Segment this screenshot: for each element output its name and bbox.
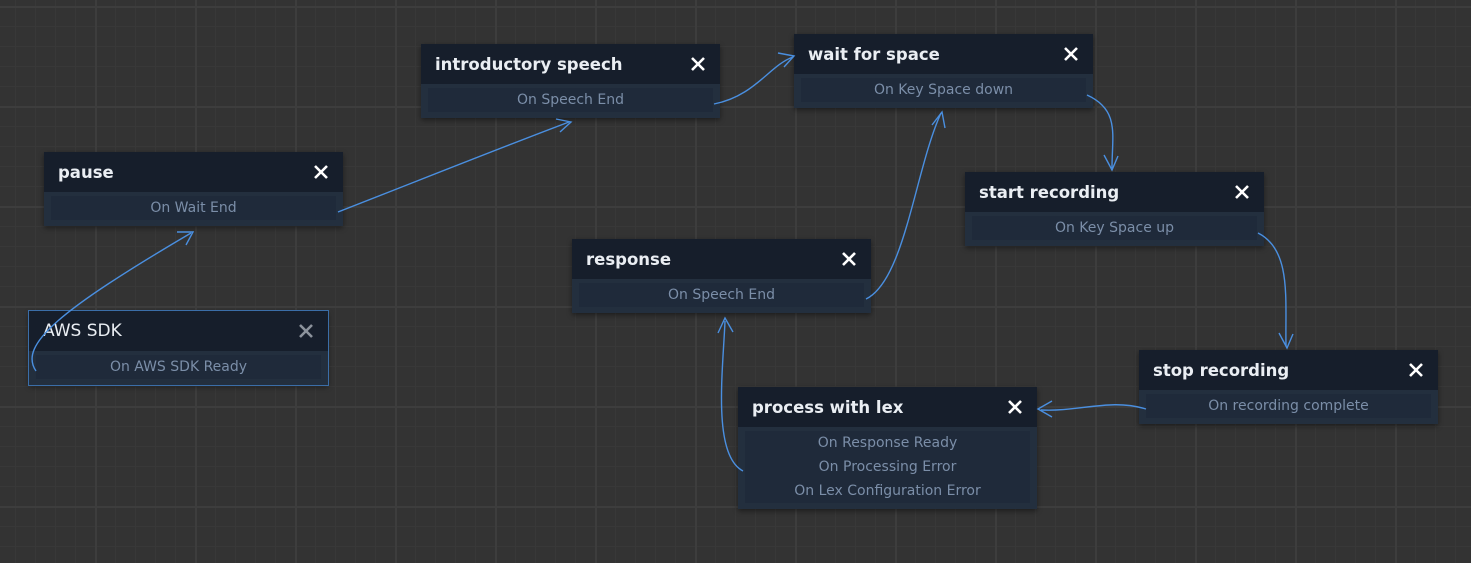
node-process-with-lex[interactable]: process with lex On Response Ready On Pr…: [738, 387, 1037, 509]
node-title: pause: [58, 162, 114, 182]
connection-start-recording-to-stop-recording[interactable]: [1257, 232, 1287, 347]
close-icon[interactable]: [690, 56, 706, 72]
close-icon[interactable]: [1408, 362, 1424, 378]
node-header[interactable]: response: [572, 239, 871, 279]
graph-canvas[interactable]: introductory speech On Speech End wait f…: [0, 0, 1471, 563]
arrowhead: [1103, 154, 1119, 172]
node-body: On Key Space up: [965, 212, 1264, 246]
node-body: On recording complete: [1139, 390, 1438, 424]
node-body: On Key Space down: [794, 74, 1093, 108]
node-title: response: [586, 249, 672, 269]
event-output-on-lex-configuration-error[interactable]: On Lex Configuration Error: [745, 479, 1030, 503]
arrowhead: [1036, 400, 1053, 418]
close-icon[interactable]: [1007, 399, 1023, 415]
event-output-on-key-space-up[interactable]: On Key Space up: [972, 216, 1257, 240]
event-output-on-key-space-down[interactable]: On Key Space down: [801, 78, 1086, 102]
node-title: stop recording: [1153, 360, 1290, 380]
arrowhead: [777, 52, 796, 68]
arrowhead: [1278, 332, 1294, 350]
event-output-on-aws-sdk-ready[interactable]: On AWS SDK Ready: [36, 355, 321, 379]
node-pause[interactable]: pause On Wait End: [44, 152, 343, 226]
arrowhead: [717, 316, 734, 334]
event-output-on-wait-end[interactable]: On Wait End: [51, 196, 336, 220]
node-header[interactable]: pause: [44, 152, 343, 192]
node-header[interactable]: process with lex: [738, 387, 1037, 427]
node-title: process with lex: [752, 397, 904, 417]
arrowhead: [931, 110, 946, 129]
node-wait-for-space[interactable]: wait for space On Key Space down: [794, 34, 1093, 108]
arrowhead: [555, 118, 573, 133]
node-stop-recording[interactable]: stop recording On recording complete: [1139, 350, 1438, 424]
connection-stop-recording-to-process-with-lex[interactable]: [1040, 404, 1147, 411]
node-title: wait for space: [808, 44, 940, 64]
node-body: On AWS SDK Ready: [29, 351, 328, 385]
node-header[interactable]: introductory speech: [421, 44, 720, 84]
node-aws-sdk[interactable]: AWS SDK On AWS SDK Ready: [28, 310, 329, 386]
close-icon[interactable]: [1234, 184, 1250, 200]
connection-pause-to-introductory-speech[interactable]: [337, 121, 570, 213]
node-title: introductory speech: [435, 54, 623, 74]
event-output-on-recording-complete[interactable]: On recording complete: [1146, 394, 1431, 418]
node-body: On Response Ready On Processing Error On…: [738, 427, 1037, 509]
node-body: On Speech End: [421, 84, 720, 118]
node-body: On Speech End: [572, 279, 871, 313]
event-output-on-response-ready[interactable]: On Response Ready: [745, 431, 1030, 455]
connection-introductory-speech-to-wait-for-space[interactable]: [713, 56, 794, 105]
close-icon[interactable]: [1063, 46, 1079, 62]
node-header[interactable]: AWS SDK: [29, 311, 328, 351]
close-icon[interactable]: [841, 251, 857, 267]
arrowhead: [177, 231, 195, 246]
event-output-on-processing-error[interactable]: On Processing Error: [745, 455, 1030, 479]
node-body: On Wait End: [44, 192, 343, 226]
node-introductory-speech[interactable]: introductory speech On Speech End: [421, 44, 720, 118]
node-start-recording[interactable]: start recording On Key Space up: [965, 172, 1264, 246]
event-output-on-speech-end[interactable]: On Speech End: [579, 283, 864, 307]
connection-response-to-wait-for-space[interactable]: [865, 112, 942, 300]
node-title: start recording: [979, 182, 1120, 202]
node-title: AWS SDK: [43, 321, 122, 341]
node-response[interactable]: response On Speech End: [572, 239, 871, 313]
node-header[interactable]: start recording: [965, 172, 1264, 212]
node-header[interactable]: wait for space: [794, 34, 1093, 74]
close-icon[interactable]: [313, 164, 329, 180]
node-header[interactable]: stop recording: [1139, 350, 1438, 390]
close-icon[interactable]: [298, 323, 314, 339]
event-output-on-speech-end[interactable]: On Speech End: [428, 88, 713, 112]
